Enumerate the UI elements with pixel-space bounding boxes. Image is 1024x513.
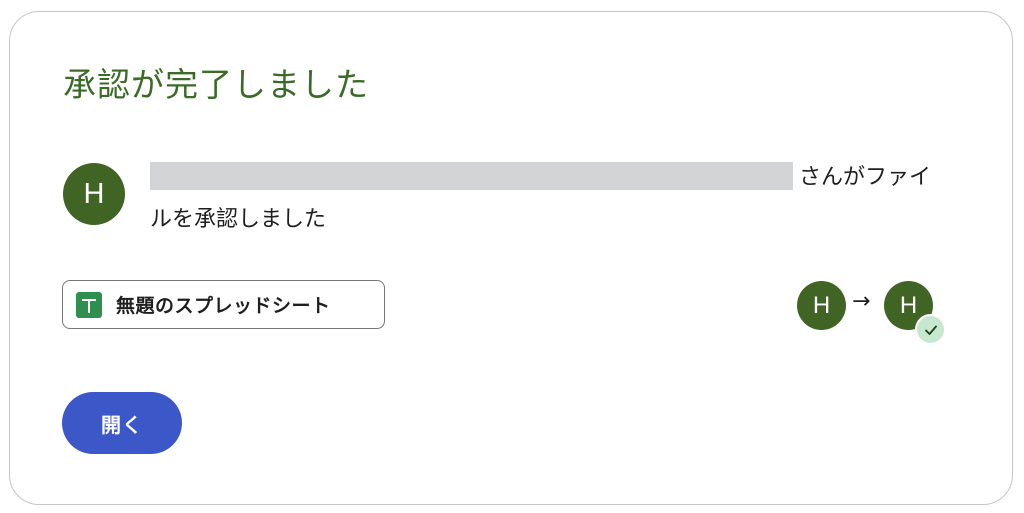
- approval-message: さんがファイルを承認しました: [150, 157, 950, 241]
- dialog-title: 承認が完了しました: [63, 65, 369, 104]
- approver-avatar: H: [63, 163, 125, 225]
- approved-badge: [915, 314, 946, 345]
- arrow-right-icon: →: [852, 289, 871, 314]
- open-button[interactable]: 開く: [62, 392, 182, 454]
- requester-avatar-letter: H: [812, 291, 831, 319]
- sheets-icon: [76, 291, 102, 318]
- approver-avatar-letter: H: [83, 177, 105, 210]
- redacted-approver-name: [150, 162, 793, 190]
- approver-small-avatar-letter: H: [899, 291, 918, 319]
- check-icon: [924, 325, 937, 335]
- file-name: 無題のスプレッドシート: [116, 295, 331, 317]
- requester-avatar: H: [797, 281, 846, 330]
- approval-dialog: 承認が完了しました H さんがファイルを承認しました 無題のスプレッドシート H…: [9, 11, 1013, 505]
- file-chip[interactable]: 無題のスプレッドシート: [62, 280, 385, 329]
